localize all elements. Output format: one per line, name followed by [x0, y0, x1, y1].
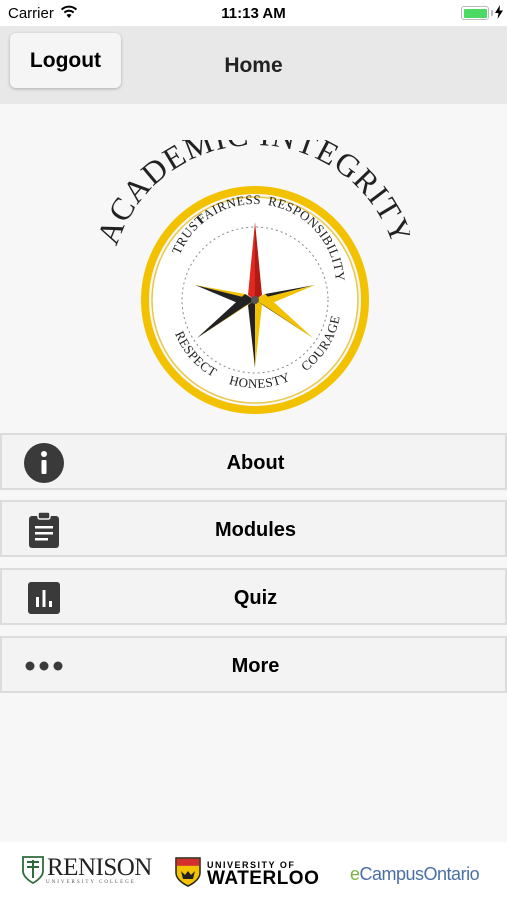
page-title: Home — [224, 54, 283, 77]
renison-logo: RENISON UNIVERSITY COLLEGE — [22, 854, 152, 885]
menu-item-label: Modules — [214, 519, 297, 541]
charging-bolt-icon — [495, 5, 503, 22]
menu-item-label: Quiz — [233, 587, 278, 609]
renison-crest-icon — [22, 856, 44, 884]
battery-icon — [461, 6, 489, 20]
waterloo-logo: UNIVERSITY OF WATERLOO — [175, 857, 320, 889]
battery-tip — [491, 10, 493, 16]
navigation-bar: Logout Home — [0, 26, 507, 104]
footer-sponsors: RENISON UNIVERSITY COLLEGE UNIVERSITY OF… — [0, 842, 507, 900]
menu-item-about[interactable]: About — [0, 433, 507, 490]
renison-wordmark: RENISON — [47, 854, 152, 881]
waterloo-crest-icon — [175, 857, 201, 887]
menu-item-quiz[interactable]: Quiz — [0, 568, 507, 625]
academic-integrity-logo: ACADEMIC INTEGRITY TRUST FAIRNESS RESPON… — [100, 140, 410, 414]
menu-item-label: More — [231, 655, 280, 677]
waterloo-wordmark: WATERLOO — [207, 868, 320, 889]
menu-item-modules[interactable]: Modules — [0, 500, 507, 557]
menu-item-more[interactable]: More — [0, 636, 507, 693]
status-time: 11:13 AM — [221, 5, 286, 22]
ecampus-ontario-logo: eCampusOntario — [350, 864, 480, 884]
menu-item-label: About — [226, 452, 285, 474]
status-bar: Carrier 11:13 AM — [0, 0, 507, 26]
